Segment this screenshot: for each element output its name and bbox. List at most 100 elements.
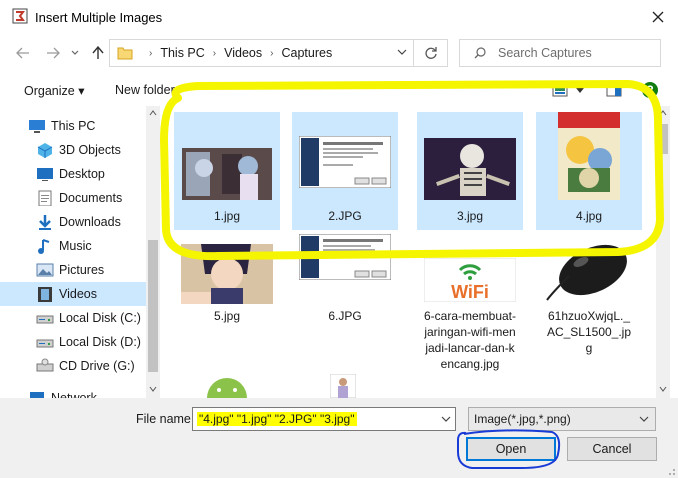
navigation-pane-scrollbar[interactable] xyxy=(146,106,160,398)
scrollbar-thumb[interactable] xyxy=(658,124,668,154)
sidebar-item-desktop[interactable]: Desktop xyxy=(0,162,146,186)
address-bar[interactable]: › This PC › Videos › Captures xyxy=(109,39,414,67)
cancel-button[interactable]: Cancel xyxy=(567,437,657,461)
file-tile[interactable]: 6.JPG xyxy=(292,230,398,348)
image-thumbnail-icon xyxy=(330,374,356,398)
sidebar-item-label: Local Disk (C:) xyxy=(59,311,141,325)
cd-drive-icon xyxy=(36,358,54,372)
svg-text:WiFi: WiFi xyxy=(451,282,489,302)
sidebar-item-label: Documents xyxy=(59,191,123,205)
music-icon xyxy=(38,239,50,254)
recent-locations-button[interactable] xyxy=(64,42,86,64)
close-button[interactable] xyxy=(643,6,673,28)
pictures-icon xyxy=(36,263,54,277)
help-icon[interactable]: ? xyxy=(641,81,659,99)
sidebar-item-music[interactable]: Music xyxy=(0,234,146,258)
sidebar-item-local-disk-d[interactable]: Local Disk (D:) xyxy=(0,330,146,354)
search-icon xyxy=(474,47,486,59)
image-thumbnail-icon xyxy=(180,234,274,314)
scroll-down-icon[interactable] xyxy=(149,386,157,392)
sidebar-item-label: Pictures xyxy=(59,263,105,277)
scroll-up-icon[interactable] xyxy=(149,110,157,116)
sidebar-item-local-disk-c[interactable]: Local Disk (C:) xyxy=(0,306,146,330)
dialog-footer: File name: "4.jpg" "1.jpg" "2.JPG" "3.jp… xyxy=(0,398,678,478)
file-name: 5.jpg xyxy=(213,309,241,323)
sidebar-item-label: This PC xyxy=(51,119,96,133)
file-tile[interactable]: 4.jpg xyxy=(536,112,642,230)
file-tile[interactable]: 1.jpg xyxy=(174,112,280,230)
chevron-down-icon[interactable] xyxy=(576,88,584,94)
download-icon xyxy=(39,215,51,230)
file-tile[interactable]: 3.jpg xyxy=(417,112,523,230)
sidebar-item-videos[interactable]: Videos xyxy=(0,282,146,306)
sidebar-item-documents[interactable]: Documents xyxy=(0,186,146,210)
chevron-down-icon[interactable] xyxy=(441,415,451,423)
sidebar-item-3d-objects[interactable]: 3D Objects xyxy=(0,138,146,162)
search-input[interactable]: Search Captures xyxy=(498,46,592,60)
image-thumbnail-icon xyxy=(298,234,392,314)
view-options-icon[interactable] xyxy=(552,83,568,97)
file-tile[interactable] xyxy=(292,372,398,398)
svg-text:?: ? xyxy=(646,83,653,97)
refresh-icon xyxy=(424,47,437,59)
sidebar-item-label: Videos xyxy=(59,287,97,301)
sidebar-item-downloads[interactable]: Downloads xyxy=(0,210,146,234)
file-type-select[interactable]: Image(*.jpg,*.png) xyxy=(468,407,656,431)
sidebar-item-label: Downloads xyxy=(59,215,121,229)
file-tile[interactable]: WiFi 6-cara-membuat-jaringan-wifi-menjad… xyxy=(417,230,523,371)
sidebar-item-this-pc[interactable]: This PC xyxy=(0,114,146,138)
scroll-down-icon[interactable] xyxy=(659,386,667,392)
refresh-button[interactable] xyxy=(414,39,448,67)
android-thumbnail-icon xyxy=(207,378,247,398)
computer-icon xyxy=(29,120,45,133)
file-tile[interactable] xyxy=(174,372,280,398)
file-name: 61hzuoXwjqL._AC_SL1500_.jpg xyxy=(546,309,632,355)
sidebar-item-pictures[interactable]: Pictures xyxy=(0,258,146,282)
navigation-bar: › This PC › Videos › Captures Search Cap… xyxy=(0,34,678,74)
new-folder-button[interactable]: New folder xyxy=(115,83,175,97)
file-name: 3.jpg xyxy=(456,209,484,223)
image-thumbnail-icon xyxy=(542,236,636,302)
scrollbar-thumb[interactable] xyxy=(148,240,158,372)
up-button[interactable] xyxy=(87,42,109,64)
chevron-down-icon[interactable] xyxy=(397,48,407,56)
image-thumbnail-icon xyxy=(542,112,636,200)
organize-button[interactable]: Organize ▾ xyxy=(24,83,84,98)
forward-button[interactable] xyxy=(42,42,64,64)
breadcrumb-captures[interactable]: Captures xyxy=(281,46,332,60)
navigation-pane: This PC 3D Objects Desktop Documents Downloa… xyxy=(0,106,160,398)
chevron-down-icon xyxy=(639,416,649,422)
open-button[interactable]: Open xyxy=(466,437,556,461)
file-name-field[interactable]: "4.jpg" "1.jpg" "2.JPG" "3.jpg" xyxy=(192,407,456,431)
drive-icon xyxy=(36,315,54,324)
file-name-value[interactable]: "4.jpg" "1.jpg" "2.JPG" "3.jpg" xyxy=(197,412,357,426)
cube-icon xyxy=(37,143,53,158)
breadcrumb-separator: › xyxy=(270,47,274,59)
file-tile[interactable]: 61hzuoXwjqL._AC_SL1500_.jpg xyxy=(536,230,642,355)
app-icon xyxy=(12,8,28,24)
arrow-up-icon xyxy=(92,46,104,59)
sidebar-item-network[interactable]: Network xyxy=(0,386,146,398)
sidebar-item-cd-drive-g[interactable]: CD Drive (G:) xyxy=(0,354,146,378)
command-bar: Organize ▾ New folder ? xyxy=(0,74,678,106)
sidebar-item-label: Music xyxy=(59,239,92,253)
folder-icon xyxy=(117,47,133,60)
file-type-value: Image(*.jpg,*.png) xyxy=(474,412,571,426)
file-list: 1.jpg 2.JPG 3.jpg 4.jpg 5.jpg 6.JPG WiFi… xyxy=(162,106,656,398)
file-list-scrollbar[interactable] xyxy=(656,106,670,398)
file-tile[interactable]: 2.JPG xyxy=(292,112,398,230)
search-box[interactable]: Search Captures xyxy=(459,39,661,67)
close-icon xyxy=(652,11,664,23)
scroll-up-icon[interactable] xyxy=(659,110,667,116)
chevron-down-icon xyxy=(71,50,79,55)
preview-pane-icon[interactable] xyxy=(606,83,622,97)
back-button[interactable] xyxy=(12,42,34,64)
desktop-icon xyxy=(37,168,53,181)
breadcrumb-this-pc[interactable]: This PC xyxy=(160,46,204,60)
breadcrumb-videos[interactable]: Videos xyxy=(224,46,262,60)
resize-grip-icon[interactable] xyxy=(664,464,676,476)
image-thumbnail-icon xyxy=(180,120,274,200)
documents-icon xyxy=(38,190,52,206)
breadcrumb-separator: › xyxy=(149,47,153,59)
file-tile[interactable]: 5.jpg xyxy=(174,230,280,348)
